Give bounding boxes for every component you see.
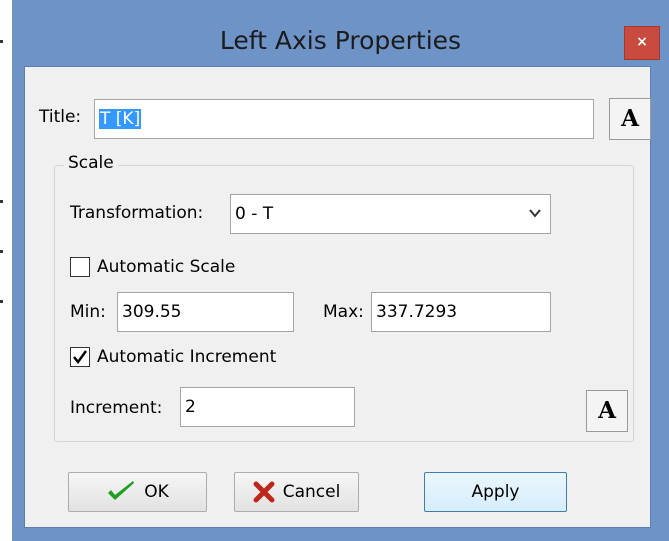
min-input[interactable]: 309.55 (117, 292, 294, 332)
ok-check-icon (108, 481, 135, 500)
automatic-increment-checkbox[interactable] (70, 347, 90, 367)
title-font-button[interactable]: A (609, 98, 651, 140)
increment-input-value: 2 (185, 397, 196, 417)
title-label: Title: (39, 107, 82, 127)
max-input[interactable]: 337.7293 (371, 292, 551, 332)
font-icon: A (598, 397, 616, 424)
transformation-value: 0 - T (235, 204, 274, 224)
apply-button[interactable]: Apply (424, 472, 567, 512)
cancel-button-label: Cancel (282, 482, 341, 502)
window-title: Left Axis Properties (219, 26, 462, 55)
apply-button-label: Apply (471, 482, 520, 502)
automatic-scale-checkbox[interactable] (70, 257, 90, 277)
background-mark (0, 300, 3, 303)
ok-button-label: OK (144, 482, 169, 502)
automatic-increment-label[interactable]: Automatic Increment (97, 347, 276, 367)
transformation-label: Transformation: (70, 203, 204, 223)
increment-label: Increment: (70, 398, 163, 418)
title-input[interactable]: T [K] (94, 99, 594, 139)
cancel-button[interactable]: Cancel (234, 472, 359, 512)
cancel-x-icon (253, 481, 275, 503)
ok-button[interactable]: OK (68, 472, 207, 512)
title-input-value: T [K] (99, 109, 142, 129)
min-label: Min: (70, 302, 106, 322)
min-input-value: 309.55 (122, 302, 182, 322)
font-icon: A (621, 105, 639, 132)
background-mark (0, 40, 3, 43)
close-icon: × (636, 34, 648, 50)
transformation-select[interactable]: 0 - T (230, 194, 551, 234)
checkmark-icon (73, 350, 88, 365)
chevron-down-icon (529, 209, 541, 218)
background-mark (0, 200, 3, 203)
close-button[interactable]: × (624, 26, 660, 60)
automatic-scale-label[interactable]: Automatic Scale (97, 257, 235, 277)
increment-font-button[interactable]: A (586, 390, 628, 432)
background-mark (0, 250, 3, 253)
dialog-window: Left Axis Properties × Title: T [K] A Sc… (12, 0, 669, 541)
dialog-body: Title: T [K] A Scale Transformation: 0 -… (24, 66, 651, 528)
max-label: Max: (323, 302, 364, 322)
increment-input[interactable]: 2 (180, 387, 355, 427)
scale-group-label: Scale (64, 153, 118, 173)
max-input-value: 337.7293 (376, 302, 458, 322)
